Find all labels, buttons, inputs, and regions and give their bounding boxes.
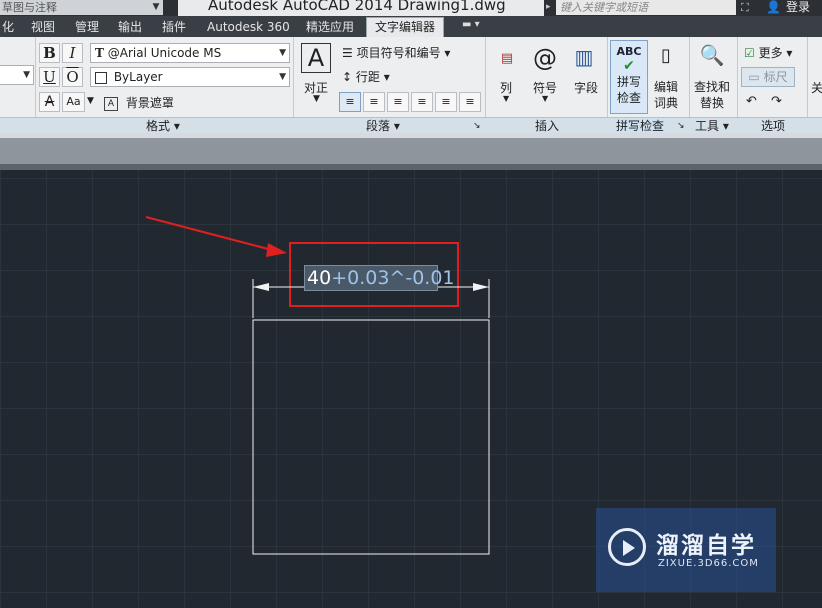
annotation-arrow-head [266,243,287,257]
watermark-url: ZIXUE.3D66.COM [658,558,759,569]
dimension-tolerance-value: +0.03^-0.01 [331,267,455,289]
dimension-text-editor[interactable]: 40+0.03^-0.01 [304,265,455,291]
watermark-logo-icon [608,528,646,566]
dimension-arrow-left [253,283,269,291]
dimension-base-value: 40 [307,267,332,289]
square-geometry[interactable] [252,319,490,555]
watermark-title: 溜溜自学 [656,533,756,559]
watermark: 溜溜自学 ZIXUE.3D66.COM [596,508,776,592]
annotation-arrow-line [145,216,273,251]
dimension-arrow-right [473,283,489,291]
